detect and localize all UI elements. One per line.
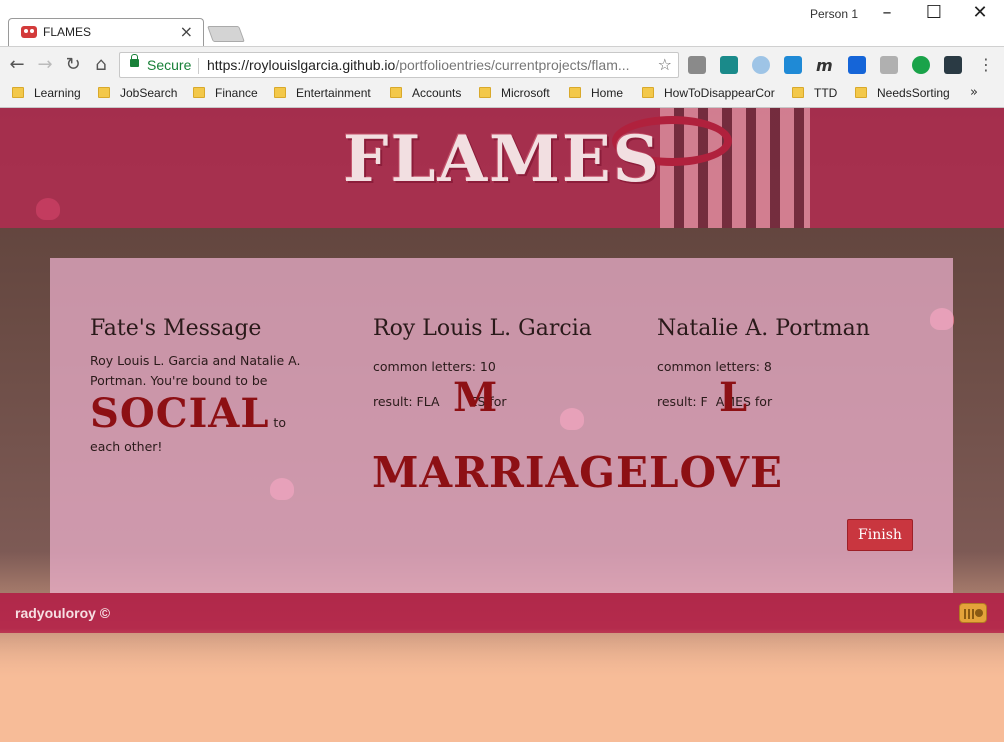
bookmark-microsoft[interactable]: Microsoft [479,86,550,100]
forward-icon[interactable]: → [34,54,56,75]
bookmark-home[interactable]: Home [569,86,623,100]
extension-icon-5[interactable]: m [816,56,834,75]
bookmark-jobsearch[interactable]: JobSearch [98,86,177,100]
page-footer: radyouloroy © [0,593,1004,633]
extension-icon-6[interactable] [848,56,866,74]
person1-common-letters: common letters: 10 [373,359,496,374]
radio-favicon-icon [21,26,37,38]
folder-icon [193,87,205,98]
finish-button[interactable]: Finish [847,519,913,551]
person2-result-letter: L [719,374,748,421]
person1-name: Roy Louis L. Garcia [373,316,592,341]
flames-page: FLAMES Fate's Message Roy Louis L. Garci… [0,108,1004,742]
profile-name[interactable]: Person 1 [810,7,858,21]
folder-icon [855,87,867,98]
bookmark-needssorting[interactable]: NeedsSorting [855,86,950,100]
fate-message-to: to [273,415,286,430]
person1-column: Roy Louis L. Garcia common letters: 10 r… [373,316,643,421]
fate-message-text: Roy Louis L. Garcia and Natalie A. Portm… [90,353,301,388]
bookmark-learning[interactable]: Learning [12,86,81,100]
omnibox-divider [198,58,199,74]
folder-icon [569,87,581,98]
close-tab-icon[interactable]: × [180,22,193,41]
back-icon[interactable]: ← [6,54,28,75]
folder-icon [274,87,286,98]
folder-icon [98,87,110,98]
bookmark-howtodisappear[interactable]: HowToDisappearCor [642,86,778,100]
search-extension-icon[interactable] [752,56,770,74]
person2-result-prefix: result: F [657,394,708,409]
folder-icon [479,87,491,98]
tab-title: FLAMES [43,25,92,39]
browser-menu-icon[interactable]: ⋮ [978,55,994,74]
browser-toolbar: ← → ↻ ⌂ Secure https://roylouislgarcia.g… [0,46,1004,82]
fate-column: Fate's Message Roy Louis L. Garcia and N… [90,316,360,457]
extension-icon-7[interactable] [880,56,898,74]
more-bookmarks-icon[interactable]: » [970,85,978,100]
url-host: https://roylouislgarcia.github.io [207,57,396,73]
fate-message-end: each other! [90,439,163,454]
fate-message: Roy Louis L. Garcia and Natalie A. Portm… [90,351,360,457]
final-result-word: MARRIAGELOVE [372,448,783,497]
bookmark-finance[interactable]: Finance [193,86,258,100]
folder-icon [642,87,654,98]
result-panel: Fate's Message Roy Louis L. Garcia and N… [50,258,953,593]
fate-word: SOCIAL [90,390,270,437]
url-path: /portfolioentries/currentprojects/flam..… [395,57,630,73]
extension-icon-8[interactable] [912,56,930,74]
footer-credit: radyouloroy © [15,605,111,621]
site-title: FLAMES [343,122,661,197]
extension-icon-9[interactable] [944,56,962,74]
folder-icon [390,87,402,98]
reload-icon[interactable]: ↻ [62,54,84,75]
bookmark-entertainment[interactable]: Entertainment [274,86,371,100]
new-tab-button[interactable] [207,26,245,42]
bookmark-accounts[interactable]: Accounts [390,86,461,100]
close-window-icon[interactable]: ✕ [965,2,995,23]
person2-name: Natalie A. Portman [657,316,870,341]
browser-tab[interactable]: FLAMES × [8,18,204,46]
home-icon[interactable]: ⌂ [90,54,112,75]
browser-titlebar: FLAMES × Person 1 – ☐ ✕ [0,0,1004,46]
maximize-icon[interactable]: ☐ [919,2,949,23]
person1-result-prefix: result: FLA [373,394,440,409]
person2-result: result: F AMES for L [657,374,927,421]
radio-icon[interactable] [959,603,987,623]
secure-label: Secure [147,57,192,73]
extension-icon-2[interactable] [720,56,738,74]
bookmark-star-icon[interactable]: ☆ [658,55,672,74]
lock-icon [130,54,139,67]
bookmark-ttd[interactable]: TTD [792,86,837,100]
bookmarks-bar: Learning JobSearch Finance Entertainment… [0,82,1004,108]
person2-column: Natalie A. Portman common letters: 8 res… [657,316,927,421]
fate-heading: Fate's Message [90,316,262,341]
person1-result: result: FLA ES for M [373,374,643,421]
person2-common-letters: common letters: 8 [657,359,772,374]
extension-icon-4[interactable] [784,56,802,74]
minimize-icon[interactable]: – [872,2,902,23]
url-text[interactable]: https://roylouislgarcia.github.io/portfo… [207,57,647,73]
extension-icon-1[interactable] [688,56,706,74]
folder-icon [792,87,804,98]
background-fade [0,628,1004,742]
address-bar[interactable]: Secure https://roylouislgarcia.github.io… [119,52,679,78]
folder-icon [12,87,24,98]
person1-result-letter: M [453,374,498,421]
